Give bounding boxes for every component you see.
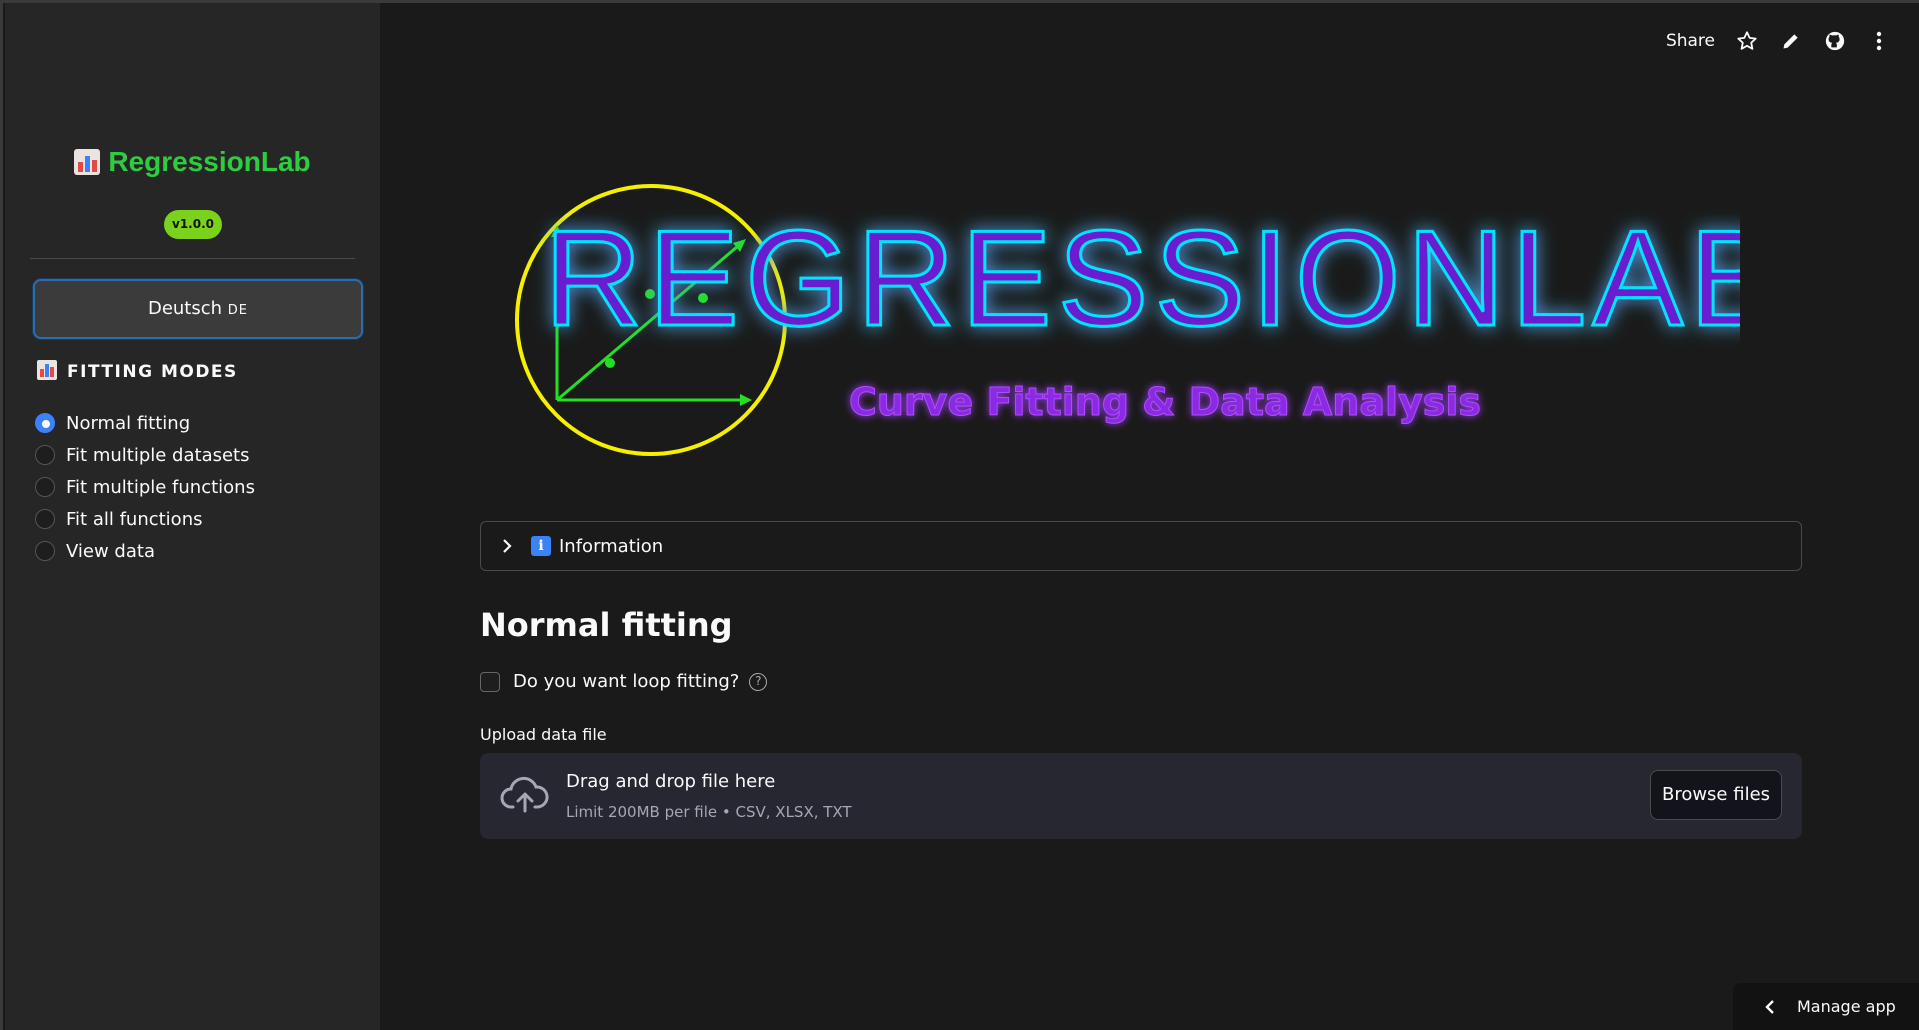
manage-app-label: Manage app bbox=[1797, 997, 1896, 1016]
star-icon[interactable] bbox=[1735, 29, 1759, 53]
fitting-mode-radio-group: Normal fitting Fit multiple datasets Fit… bbox=[35, 407, 255, 567]
chevron-left-icon bbox=[1765, 999, 1774, 1014]
radio-fit-multiple-functions[interactable]: Fit multiple functions bbox=[35, 471, 255, 503]
cloud-upload-icon bbox=[500, 776, 549, 813]
sidebar: RegressionLab v1.0.0 Deutsch DE FITTING … bbox=[5, 3, 380, 1030]
radio-label: Fit all functions bbox=[66, 508, 203, 530]
logo-wordmark: REGRESSIONLAB bbox=[544, 202, 1740, 354]
radio-normal-fitting[interactable]: Normal fitting bbox=[35, 407, 255, 439]
language-button[interactable]: Deutsch DE bbox=[33, 279, 363, 339]
expander-label: Information bbox=[559, 535, 664, 557]
sidebar-divider bbox=[30, 258, 355, 259]
radio-view-data[interactable]: View data bbox=[35, 535, 255, 567]
bar-chart-icon bbox=[74, 149, 101, 175]
more-vertical-icon[interactable] bbox=[1867, 29, 1891, 53]
file-dropzone[interactable]: Drag and drop file here Limit 200MB per … bbox=[480, 753, 1802, 839]
radio-fit-multiple-datasets[interactable]: Fit multiple datasets bbox=[35, 439, 255, 471]
pencil-icon[interactable] bbox=[1779, 29, 1803, 53]
logo-tagline: Curve Fitting & Data Analysis bbox=[849, 380, 1481, 424]
manage-app-button[interactable]: Manage app bbox=[1733, 983, 1919, 1030]
radio-button[interactable] bbox=[35, 509, 55, 529]
radio-button[interactable] bbox=[35, 445, 55, 465]
radio-fit-all-functions[interactable]: Fit all functions bbox=[35, 503, 255, 535]
version-badge: v1.0.0 bbox=[164, 210, 222, 239]
radio-button[interactable] bbox=[35, 541, 55, 561]
dropzone-limits: Limit 200MB per file • CSV, XLSX, TXT bbox=[566, 803, 852, 821]
dropzone-instruction: Drag and drop file here bbox=[566, 771, 776, 792]
loop-fitting-option: Do you want loop fitting? ? bbox=[480, 671, 768, 692]
top-toolbar: Share bbox=[1666, 29, 1891, 53]
github-icon[interactable] bbox=[1823, 29, 1847, 53]
brand: RegressionLab bbox=[5, 146, 380, 178]
radio-button-selected[interactable] bbox=[35, 413, 55, 433]
information-expander[interactable]: i Information bbox=[480, 521, 1802, 571]
upload-label: Upload data file bbox=[480, 725, 607, 744]
help-icon[interactable]: ? bbox=[749, 672, 768, 691]
info-icon: i bbox=[531, 536, 551, 556]
bar-chart-icon bbox=[37, 360, 57, 380]
page-title: Normal fitting bbox=[480, 606, 733, 644]
regressionlab-hero-logo: REGRESSIONLAB Curve Fitting & Data Analy… bbox=[515, 184, 1740, 456]
share-button[interactable]: Share bbox=[1666, 31, 1715, 51]
radio-button[interactable] bbox=[35, 477, 55, 497]
radio-label: Fit multiple datasets bbox=[66, 444, 250, 466]
fitting-modes-title: FITTING MODES bbox=[37, 360, 238, 382]
browse-files-button[interactable]: Browse files bbox=[1650, 770, 1782, 820]
loop-fitting-checkbox[interactable] bbox=[480, 671, 500, 692]
chevron-right-icon bbox=[503, 539, 512, 553]
radio-label: View data bbox=[66, 540, 155, 562]
radio-label: Fit multiple functions bbox=[66, 476, 255, 498]
main-content: Share REGRESSIONLAB Curve Fitting & Data… bbox=[380, 3, 1919, 1030]
radio-label: Normal fitting bbox=[66, 412, 191, 434]
fitting-modes-title-text: FITTING MODES bbox=[67, 362, 238, 382]
language-code: DE bbox=[227, 303, 249, 318]
loop-fitting-label: Do you want loop fitting? bbox=[513, 671, 740, 692]
brand-name: RegressionLab bbox=[108, 146, 311, 177]
language-button-label: Deutsch bbox=[147, 298, 223, 319]
